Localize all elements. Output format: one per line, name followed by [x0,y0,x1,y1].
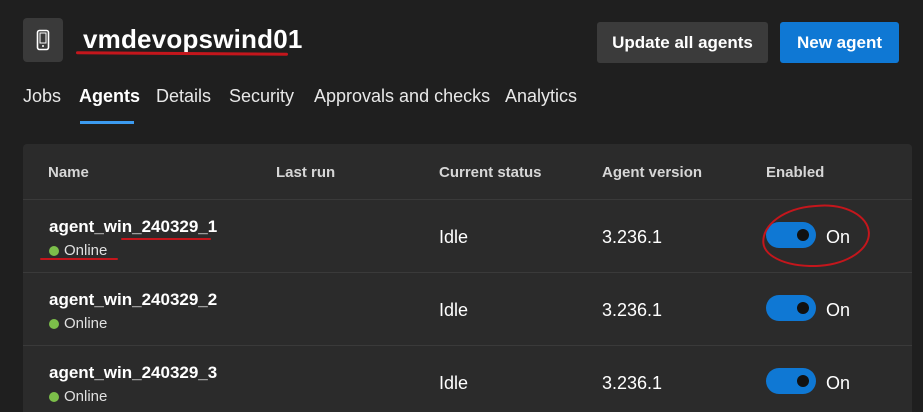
tab-approvals-and-checks[interactable]: Approvals and checks [314,86,490,107]
tab-jobs[interactable]: Jobs [23,86,61,107]
page-title: vmdevopswind01 [83,24,303,54]
agent-name-link[interactable]: agent_win_240329_1 [49,217,217,237]
column-header-last-run[interactable]: Last run [276,164,335,181]
device-phone-icon [23,18,63,62]
enabled-toggle[interactable] [766,368,816,394]
column-header-name[interactable]: Name [48,164,89,181]
agent-version-cell: 3.236.1 [602,227,663,247]
agent-state-text: Online [64,242,108,259]
column-header-agent-version[interactable]: Agent version [602,164,702,181]
tab-analytics[interactable]: Analytics [505,86,577,107]
annotation-underline-title [75,51,289,56]
online-dot-icon [49,391,59,402]
toggle-knob [797,302,809,314]
agent-version-cell: 3.236.1 [602,300,663,320]
annotation-underline-online [40,258,118,260]
enabled-toggle-label: On [826,300,851,320]
column-header-enabled[interactable]: Enabled [766,164,824,181]
new-agent-button[interactable]: New agent [780,22,899,63]
agent-version-cell: 3.236.1 [602,373,663,393]
toggle-knob [797,375,809,387]
current-status-cell: Idle [439,373,469,393]
column-header-current-status[interactable]: Current status [439,164,542,181]
online-dot-icon [49,245,59,256]
enabled-toggle[interactable] [766,295,816,321]
tab-agents[interactable]: Agents [79,86,140,107]
online-dot-icon [49,318,59,329]
agent-online-status: Online [49,315,107,332]
agent-pool-page: vmdevopswind01 Update all agents New age… [0,0,923,412]
agent-state-text: Online [64,315,108,332]
agent-name-link[interactable]: agent_win_240329_3 [49,363,217,383]
update-all-agents-button[interactable]: Update all agents [597,22,768,63]
table-row[interactable]: agent_win_240329_3 Online Idle 3.236.1 O… [23,345,912,412]
tab-security[interactable]: Security [229,86,294,107]
agent-state-text: Online [64,388,108,405]
table-row[interactable]: agent_win_240329_2 Online Idle 3.236.1 O… [23,272,912,344]
active-tab-indicator [80,121,134,124]
current-status-cell: Idle [439,300,469,320]
agent-online-status: Online [49,388,107,405]
current-status-cell: Idle [439,227,469,247]
tab-details[interactable]: Details [156,86,211,107]
agent-name-link[interactable]: agent_win_240329_2 [49,290,217,310]
agent-online-status: Online [49,242,107,259]
enabled-toggle-label: On [826,373,851,393]
annotation-underline-agent-id [121,238,211,240]
agents-table: Name Last run Current status Agent versi… [23,144,912,412]
